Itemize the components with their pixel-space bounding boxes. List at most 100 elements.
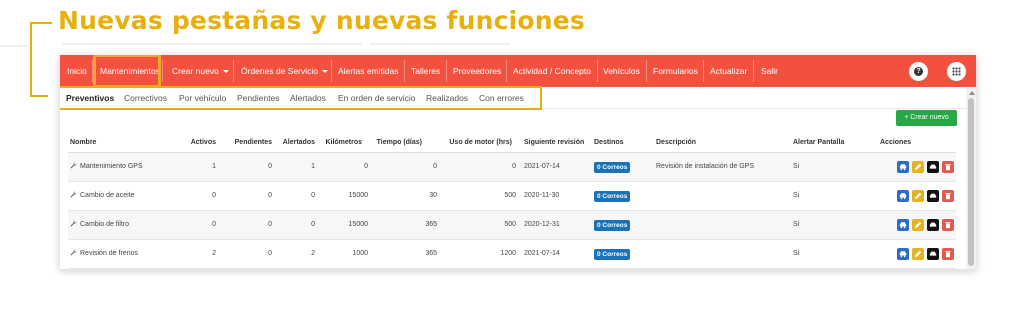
edit-button[interactable] <box>912 161 924 173</box>
column-header: Nombre <box>70 139 97 146</box>
nav-item-formularios[interactable]: Formularios <box>653 55 698 87</box>
cell-kilometros: 15000 <box>348 221 368 228</box>
cell-siguiente-revision: 2020-11-30 <box>524 192 560 199</box>
cell-tiempo: 30 <box>429 192 437 199</box>
cell-uso-motor: 0 <box>512 163 516 170</box>
nav-item-inicio[interactable]: Inicio <box>67 55 87 87</box>
nav-divider <box>646 60 647 82</box>
scroll-up-icon[interactable] <box>969 91 975 95</box>
grid-dots <box>952 67 961 76</box>
decorative-line <box>30 22 52 24</box>
nav-item-actualizar[interactable]: Actualizar <box>710 55 747 87</box>
cell-pendientes: 0 <box>268 163 272 170</box>
cell-activos: 0 <box>212 221 216 228</box>
cell-kilometros: 1000 <box>352 250 368 257</box>
destinos-badge[interactable]: 0 Correos <box>594 162 631 173</box>
row-name-label: Revisión de frenos <box>80 250 138 257</box>
scrollbar-thumb[interactable] <box>968 98 974 266</box>
highlight-frame <box>60 86 542 110</box>
cell-activos: 0 <box>212 192 216 199</box>
column-header: Acciones <box>880 139 912 146</box>
destinos-badge[interactable]: 0 Correos <box>594 249 631 260</box>
trash-button[interactable] <box>942 248 954 260</box>
trash-button[interactable] <box>942 219 954 231</box>
cell-uso-motor: 500 <box>504 221 516 228</box>
vehicle-button[interactable] <box>897 219 909 231</box>
row-name-label: Cambio de aceite <box>80 192 135 199</box>
nav-item-salir[interactable]: Salir <box>761 55 778 87</box>
cell-tiempo: 365 <box>425 221 437 228</box>
row-name-label: Cambio de filtro <box>80 221 130 228</box>
highlight-frame <box>93 55 161 88</box>
decorative-line <box>30 22 32 96</box>
column-header: Activos <box>190 139 216 146</box>
cell-tiempo: 0 <box>433 163 437 170</box>
cell-kilometros: 0 <box>364 163 368 170</box>
grid-icon[interactable] <box>947 62 966 81</box>
nav-divider <box>753 60 754 82</box>
ghost-decoration <box>62 43 362 45</box>
cell-uso-motor: 1200 <box>500 250 516 257</box>
vehicle-button[interactable] <box>897 190 909 202</box>
cell-descripcion: Revisión de instalación de GPS <box>656 163 755 170</box>
nav-item-crear-nuevo[interactable]: Crear nuevo <box>172 55 229 87</box>
wrench-icon <box>70 183 77 198</box>
nav-item-alertas-emitidas[interactable]: Alertas emitidas <box>338 55 398 87</box>
caret-down-icon <box>222 70 229 74</box>
cell-siguiente-revision: 2021-07-14 <box>524 163 560 170</box>
nav-item-talleres[interactable]: Talleres <box>411 55 440 87</box>
cell-alertados: 0 <box>311 221 315 228</box>
column-header: Tiempo (días) <box>376 139 422 146</box>
car-button[interactable] <box>927 248 939 260</box>
table-row: Cambio de aceite 0 0 0 15000 30 500 2020-11-30 0… <box>68 182 956 211</box>
question-mark: ? <box>916 68 921 75</box>
create-button-label: Crear nuevo <box>910 114 949 121</box>
trash-button[interactable] <box>942 190 954 202</box>
cell-alertar-pantalla: Si <box>793 163 800 170</box>
edit-button[interactable] <box>912 248 924 260</box>
decorative-line <box>30 95 48 97</box>
edit-button[interactable] <box>912 190 924 202</box>
nav-divider <box>703 60 704 82</box>
column-header: Alertados <box>282 139 315 146</box>
nav-item-ordenes-servicio[interactable]: Órdenes de Servicio <box>241 55 329 87</box>
nav-item-label: Órdenes de Servicio <box>241 66 319 76</box>
navbar: Inicio Mantenimientos Crear nuevo Órdene… <box>60 55 976 87</box>
trash-button[interactable] <box>942 161 954 173</box>
row-name-label: Mantenimiento GPS <box>80 163 143 170</box>
ghost-decoration <box>370 43 510 45</box>
nav-divider <box>162 60 163 82</box>
cell-alertados: 1 <box>311 163 315 170</box>
nav-divider <box>446 60 447 82</box>
vehicle-button[interactable] <box>897 161 909 173</box>
cell-activos: 2 <box>212 250 216 257</box>
wrench-icon <box>70 212 77 227</box>
wrench-icon <box>70 241 77 256</box>
destinos-badge[interactable]: 0 Correos <box>594 220 631 231</box>
car-button[interactable] <box>927 161 939 173</box>
table-row: Revisión de frenos 2 0 2 1000 365 1200 2021-07-… <box>68 240 956 269</box>
nav-divider <box>597 60 598 82</box>
nav-divider <box>233 60 234 82</box>
car-button[interactable] <box>927 219 939 231</box>
vehicle-button[interactable] <box>897 248 909 260</box>
caret-down-icon <box>322 70 329 74</box>
cell-pendientes: 0 <box>268 221 272 228</box>
destinos-badge[interactable]: 0 Correos <box>594 191 631 202</box>
cell-kilometros: 15000 <box>348 192 368 199</box>
row-name: Mantenimiento GPS <box>70 153 143 181</box>
create-button[interactable]: + Crear nuevo <box>896 110 957 126</box>
nav-item-actividad-concepto[interactable]: Actividad / Concepto <box>513 55 591 87</box>
column-header: Descripción <box>656 139 697 146</box>
cell-activos: 1 <box>212 163 216 170</box>
shadow <box>60 269 976 273</box>
edit-button[interactable] <box>912 219 924 231</box>
nav-item-proveedores[interactable]: Proveedores <box>453 55 501 87</box>
car-button[interactable] <box>927 190 939 202</box>
cell-siguiente-revision: 2021-07-14 <box>524 250 560 257</box>
nav-item-vehiculos[interactable]: Vehículos <box>603 55 640 87</box>
cell-alertados: 0 <box>311 192 315 199</box>
marketing-image: Nuevas pestañas y nuevas funciones Inici… <box>0 0 1018 312</box>
scrollbar[interactable] <box>966 88 976 269</box>
app-window: Inicio Mantenimientos Crear nuevo Órdene… <box>60 55 976 269</box>
